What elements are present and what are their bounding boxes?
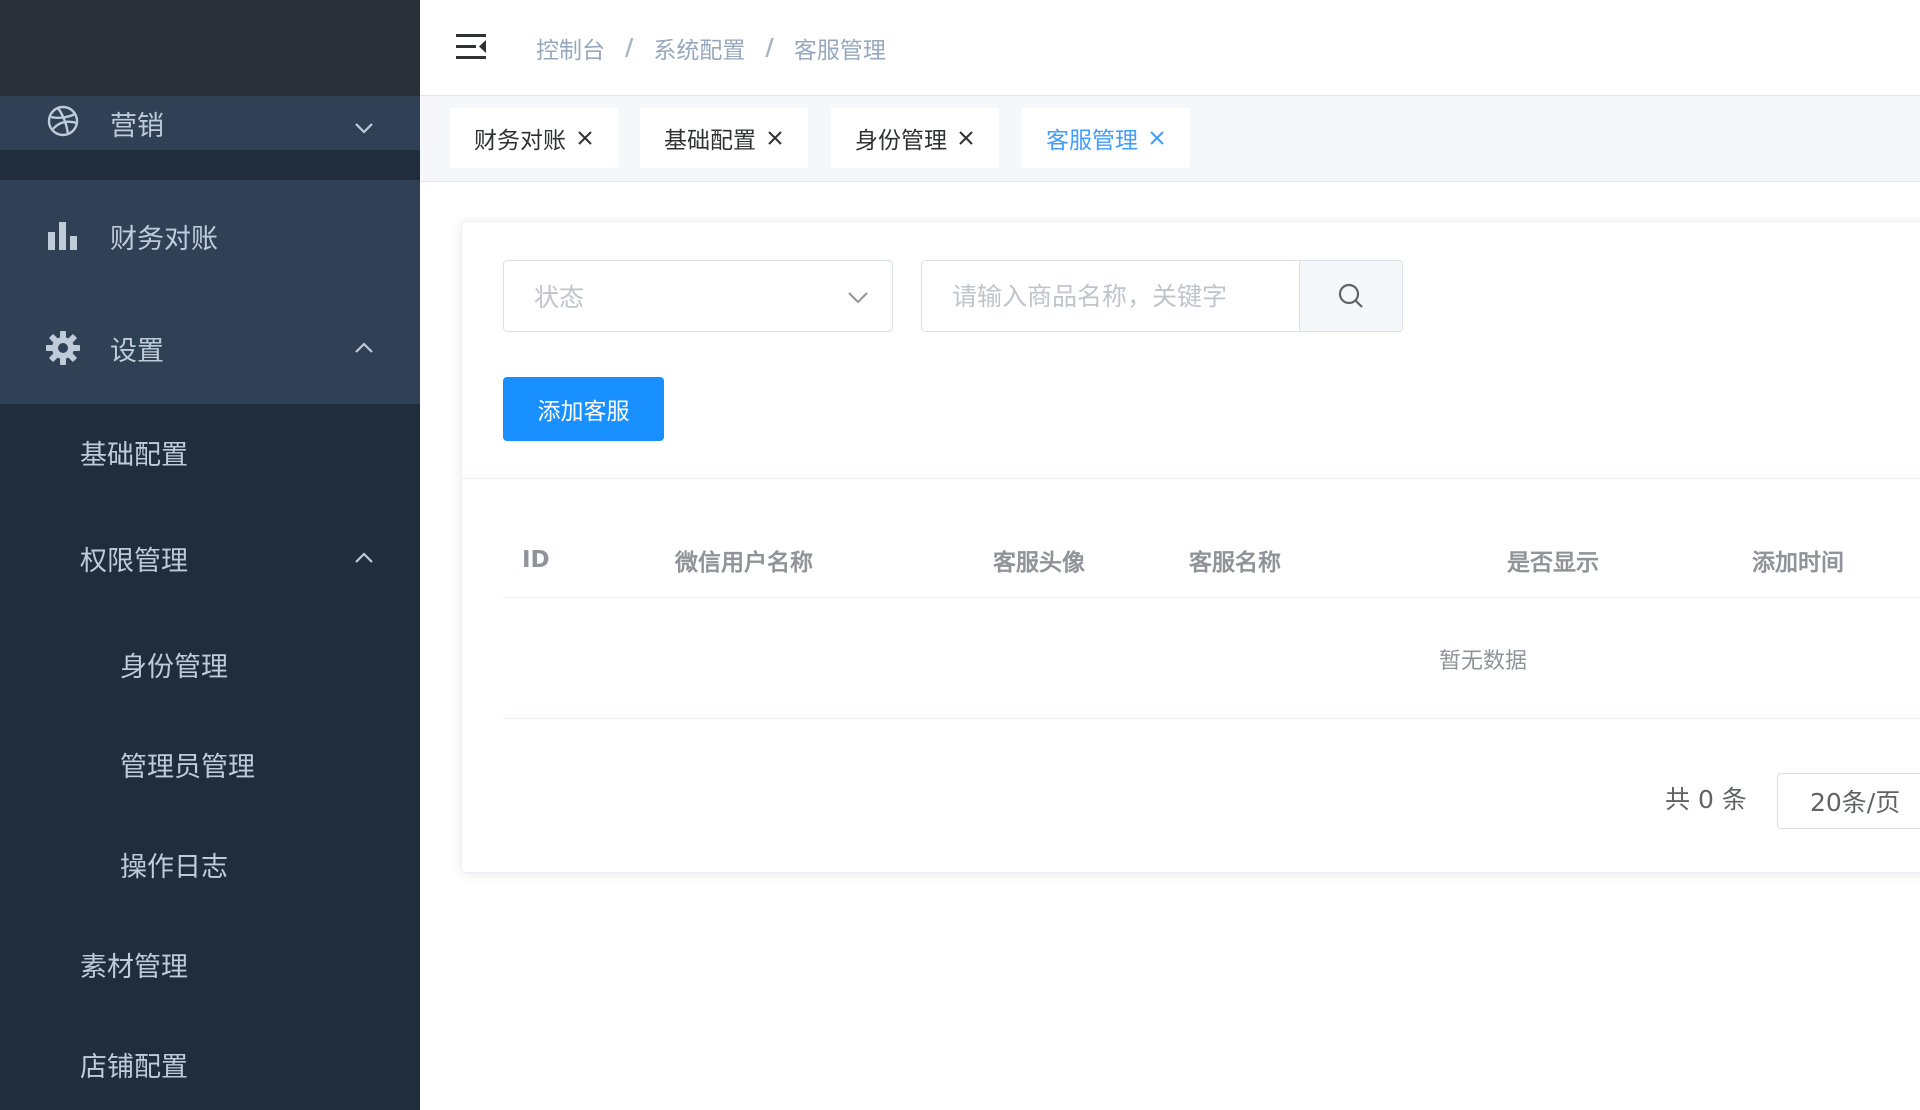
sidebar-logo [0,0,420,96]
column-header-visible: 是否显示 [1507,550,1599,576]
bar-chart-icon [46,219,80,253]
chevron-up-icon [355,552,373,563]
sidebar-item-label: 管理员管理 [120,751,255,783]
chevron-down-icon [848,292,868,304]
sidebar-item-material[interactable]: 素材管理 [0,914,420,1014]
divider [462,478,1920,479]
search-icon [1338,283,1363,308]
search-group [921,260,1403,332]
breadcrumb-item-current: 客服管理 [793,38,886,64]
tag-label: 基础配置 [664,128,756,154]
sidebar-item-label: 权限管理 [80,545,188,577]
add-customer-service-button[interactable]: 添加客服 [503,377,664,441]
breadcrumb-item-console[interactable]: 控制台 [536,31,605,65]
tag-finance[interactable]: 财务对账 [450,108,618,168]
column-header-add-time: 添加时间 [1752,550,1844,576]
empty-text: 暂无数据 [1438,649,1527,674]
close-icon[interactable] [1148,129,1166,147]
sidebar-item-marketing[interactable]: 营销 [0,96,420,150]
chevron-down-icon [355,123,373,134]
search-button[interactable] [1299,261,1402,331]
column-header-avatar: 客服头像 [993,550,1085,576]
sidebar-item-label: 身份管理 [120,651,228,683]
table-empty-row: 暂无数据 [503,599,1920,719]
search-input[interactable] [922,261,1299,331]
sidebar-item-settings[interactable]: 设置 [0,292,420,404]
sidebar-item-permission[interactable]: 权限管理 [0,508,420,608]
sidebar-item-basic-config[interactable]: 基础配置 [0,402,420,502]
status-select[interactable]: 状态 [503,260,893,332]
sidebar-item-label: 店铺配置 [80,1051,188,1083]
close-icon[interactable] [766,129,784,147]
tag-identity[interactable]: 身份管理 [831,108,999,168]
chevron-up-icon [355,342,373,353]
column-header-name: 客服名称 [1189,550,1281,576]
breadcrumb: 控制台 / 系统配置 / 客服管理 [536,0,886,96]
column-header-id: ID [522,547,550,573]
page-size-value: 20条/页 [1810,788,1901,817]
gear-icon [46,331,80,365]
sidebar-item-label: 素材管理 [80,951,188,983]
pagination-total: 共 0 条 [1665,785,1747,814]
sidebar-item-label: 设置 [110,335,164,367]
status-select-placeholder: 状态 [534,283,585,312]
close-icon[interactable] [576,129,594,147]
tags-view: 财务对账 基础配置 身份管理 客服管理 [420,96,1920,182]
sidebar-item-label: 基础配置 [80,439,188,471]
sidebar-item-identity[interactable]: 身份管理 [0,614,420,714]
menu-fold-icon[interactable] [454,30,488,64]
content-card: 状态 添加客服 ID 微信用户名称 客服头像 客服名称 是否显示 添加时间 暂无… [461,221,1920,873]
navbar: 控制台 / 系统配置 / 客服管理 [420,0,1920,96]
page-size-select[interactable]: 20条/页 [1777,773,1920,829]
tag-label: 客服管理 [1046,128,1138,154]
sidebar-item-label: 营销 [110,111,164,142]
breadcrumb-item-system-config[interactable]: 系统配置 [653,31,745,65]
sidebar-item-finance[interactable]: 财务对账 [0,180,420,292]
sidebar-item-label: 财务对账 [110,223,218,255]
sidebar-item-shop-config[interactable]: 店铺配置 [0,1014,420,1110]
breadcrumb-separator: / [765,35,774,61]
sidebar-item-log[interactable]: 操作日志 [0,814,420,914]
tag-label: 身份管理 [855,128,947,154]
breadcrumb-separator: / [625,35,634,61]
column-header-wechat-name: 微信用户名称 [675,550,813,576]
table-header: ID 微信用户名称 客服头像 客服名称 是否显示 添加时间 [503,522,1920,598]
sidebar: 营销 财务对账 设置 基础配置 权限管理 身份管理 管理员管理 操作日志 素材管… [0,0,420,1110]
sidebar-item-label: 操作日志 [120,851,228,883]
dribbble-icon [46,104,80,138]
close-icon[interactable] [957,129,975,147]
tag-basic-config[interactable]: 基础配置 [640,108,808,168]
tag-customer-service[interactable]: 客服管理 [1022,108,1190,168]
sidebar-item-admin[interactable]: 管理员管理 [0,714,420,814]
tag-label: 财务对账 [474,128,566,154]
